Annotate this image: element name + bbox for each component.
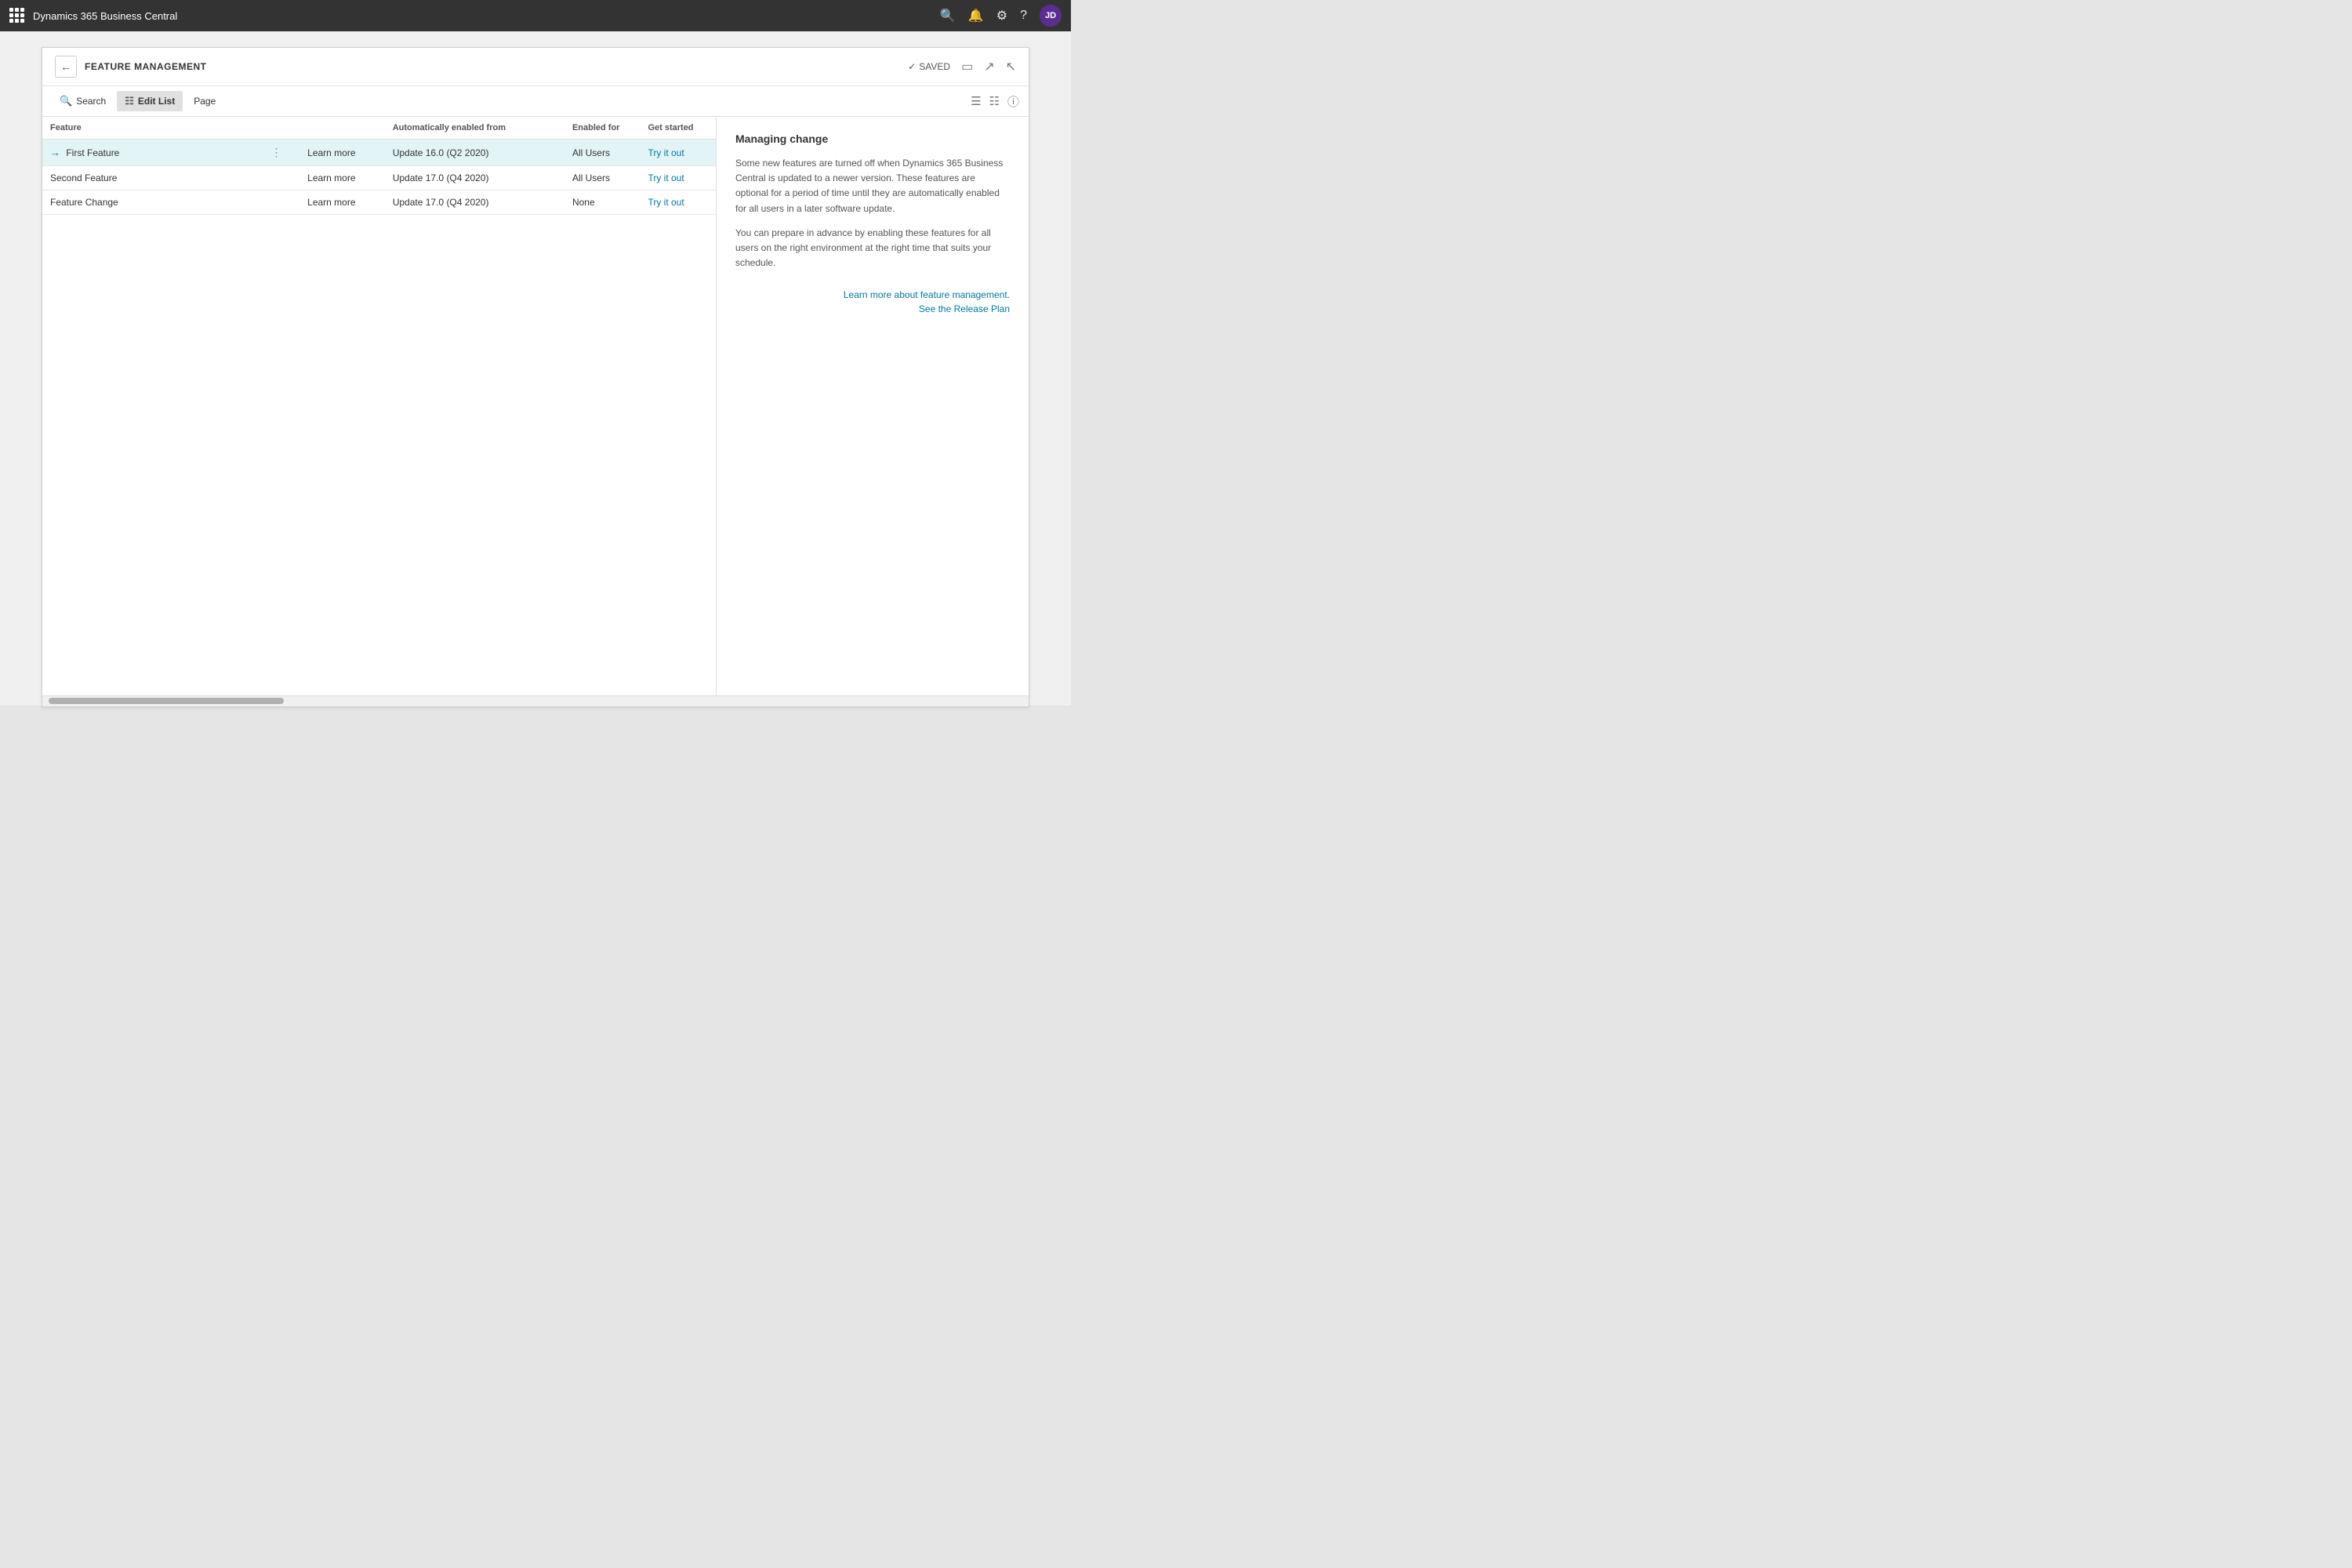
feature-name: First Feature <box>66 147 119 158</box>
enabled-for-value: None <box>572 197 595 208</box>
try-it-out-link[interactable]: Try it out <box>648 172 684 183</box>
auto-enabled-cell: Update 16.0 (Q2 2020) <box>385 140 564 166</box>
enabled-for-cell: All Users <box>564 166 641 191</box>
settings-icon[interactable]: ⚙ <box>996 8 1007 24</box>
try-it-out-link[interactable]: Try it out <box>648 197 684 208</box>
help-icon[interactable]: ? <box>1020 9 1027 23</box>
auto-enabled-cell: Update 17.0 (Q4 2020) <box>385 166 564 191</box>
page-title: FEATURE MANAGEMENT <box>85 61 900 72</box>
auto-enabled-value: Update 17.0 (Q4 2020) <box>393 197 489 208</box>
learn-more-link[interactable]: Learn more <box>307 147 355 158</box>
auto-enabled-value: Update 16.0 (Q2 2020) <box>393 147 489 158</box>
auto-enabled-cell: Update 17.0 (Q4 2020) <box>385 191 564 215</box>
notifications-icon[interactable]: 🔔 <box>968 8 984 24</box>
page-card: ← FEATURE MANAGEMENT ✓ SAVED ▭ ↗ ↖ 🔍 Sea… <box>42 47 1029 707</box>
table-row[interactable]: → First Feature ⋮ Learn more Update 16.0… <box>42 140 716 166</box>
saved-label: SAVED <box>919 61 950 72</box>
col-header-enabled-for: Enabled for <box>564 117 641 140</box>
app-grid-icon[interactable] <box>9 8 25 24</box>
info-paragraph-1: Some new features are turned off when Dy… <box>735 156 1010 216</box>
expand-icon[interactable]: ↖ <box>1006 59 1016 74</box>
page-button[interactable]: Page <box>186 92 223 111</box>
scrollbar-thumb[interactable] <box>49 698 284 704</box>
feature-table: Feature Automatically enabled from Enabl… <box>42 117 716 215</box>
edit-list-button[interactable]: ☷ Edit List <box>117 91 183 111</box>
feature-name: Feature Change <box>50 197 118 208</box>
learn-more-cell[interactable]: Learn more <box>299 191 385 215</box>
info-panel: Managing change Some new features are tu… <box>717 117 1029 695</box>
more-options-cell <box>260 166 299 191</box>
learn-more-feature-link[interactable]: Learn more about feature management. <box>735 289 1010 300</box>
page-label: Page <box>194 96 216 107</box>
bookmark-icon[interactable]: ▭ <box>961 59 973 74</box>
info-panel-title: Managing change <box>735 132 1010 145</box>
columns-icon[interactable]: ☷ <box>989 94 1000 108</box>
feature-name-cell: → First Feature <box>42 140 260 166</box>
learn-more-cell[interactable]: Learn more <box>299 166 385 191</box>
info-links: Learn more about feature management. See… <box>735 289 1010 314</box>
app-title: Dynamics 365 Business Central <box>33 10 932 22</box>
saved-badge: ✓ SAVED <box>908 61 950 72</box>
col-header-actions <box>260 117 299 140</box>
edit-list-icon: ☷ <box>125 95 134 107</box>
info-icon[interactable]: ⓘ <box>1007 93 1019 110</box>
info-paragraph-2: You can prepare in advance by enabling t… <box>735 226 1010 271</box>
search-label: Search <box>76 96 106 107</box>
col-header-learn <box>299 117 385 140</box>
toolbar-right: ☰ ☷ ⓘ <box>971 93 1019 110</box>
check-icon: ✓ <box>908 61 916 72</box>
auto-enabled-value: Update 17.0 (Q4 2020) <box>393 172 489 183</box>
get-started-cell: Try it out <box>640 191 716 215</box>
enabled-for-cell: All Users <box>564 140 641 166</box>
more-options-button[interactable]: ⋮ <box>267 144 285 160</box>
main-container: ← FEATURE MANAGEMENT ✓ SAVED ▭ ↗ ↖ 🔍 Sea… <box>0 31 1071 706</box>
more-options-cell: ⋮ <box>260 140 299 166</box>
table-row[interactable]: Second Feature Learn more Update 17.0 (Q… <box>42 166 716 191</box>
table-section: Feature Automatically enabled from Enabl… <box>42 117 717 695</box>
top-navigation: Dynamics 365 Business Central 🔍 🔔 ⚙ ? JD <box>0 0 1071 31</box>
release-plan-link[interactable]: See the Release Plan <box>735 303 1010 314</box>
edit-list-label: Edit List <box>138 96 175 107</box>
header-actions: ✓ SAVED ▭ ↗ ↖ <box>908 59 1016 74</box>
enabled-for-cell: None <box>564 191 641 215</box>
col-header-get-started: Get started <box>640 117 716 140</box>
more-options-cell <box>260 191 299 215</box>
feature-name: Second Feature <box>50 172 117 183</box>
horizontal-scrollbar[interactable] <box>42 695 1029 706</box>
table-row[interactable]: Feature Change Learn more Update 17.0 (Q… <box>42 191 716 215</box>
learn-more-cell[interactable]: Learn more <box>299 140 385 166</box>
back-button[interactable]: ← <box>55 56 77 78</box>
filter-icon[interactable]: ☰ <box>971 94 981 108</box>
learn-more-link[interactable]: Learn more <box>307 172 355 183</box>
get-started-cell: Try it out <box>640 166 716 191</box>
try-it-out-link[interactable]: Try it out <box>648 147 684 158</box>
page-header: ← FEATURE MANAGEMENT ✓ SAVED ▭ ↗ ↖ <box>42 48 1029 86</box>
search-icon[interactable]: 🔍 <box>940 8 956 24</box>
enabled-for-value: All Users <box>572 172 610 183</box>
feature-name-cell: Feature Change <box>42 191 260 215</box>
toolbar: 🔍 Search ☷ Edit List Page ☰ ☷ ⓘ <box>42 86 1029 117</box>
search-button[interactable]: 🔍 Search <box>52 91 114 111</box>
col-header-auto-enabled: Automatically enabled from <box>385 117 564 140</box>
feature-name-cell: Second Feature <box>42 166 260 191</box>
get-started-cell: Try it out <box>640 140 716 166</box>
share-icon[interactable]: ↗ <box>984 59 994 74</box>
user-avatar[interactable]: JD <box>1040 5 1062 27</box>
content-area: Feature Automatically enabled from Enabl… <box>42 117 1029 695</box>
enabled-for-value: All Users <box>572 147 610 158</box>
row-arrow-icon: → <box>50 147 60 158</box>
col-header-feature: Feature <box>42 117 260 140</box>
learn-more-link[interactable]: Learn more <box>307 197 355 208</box>
top-nav-icons: 🔍 🔔 ⚙ ? JD <box>940 5 1062 27</box>
search-btn-icon: 🔍 <box>60 95 72 107</box>
